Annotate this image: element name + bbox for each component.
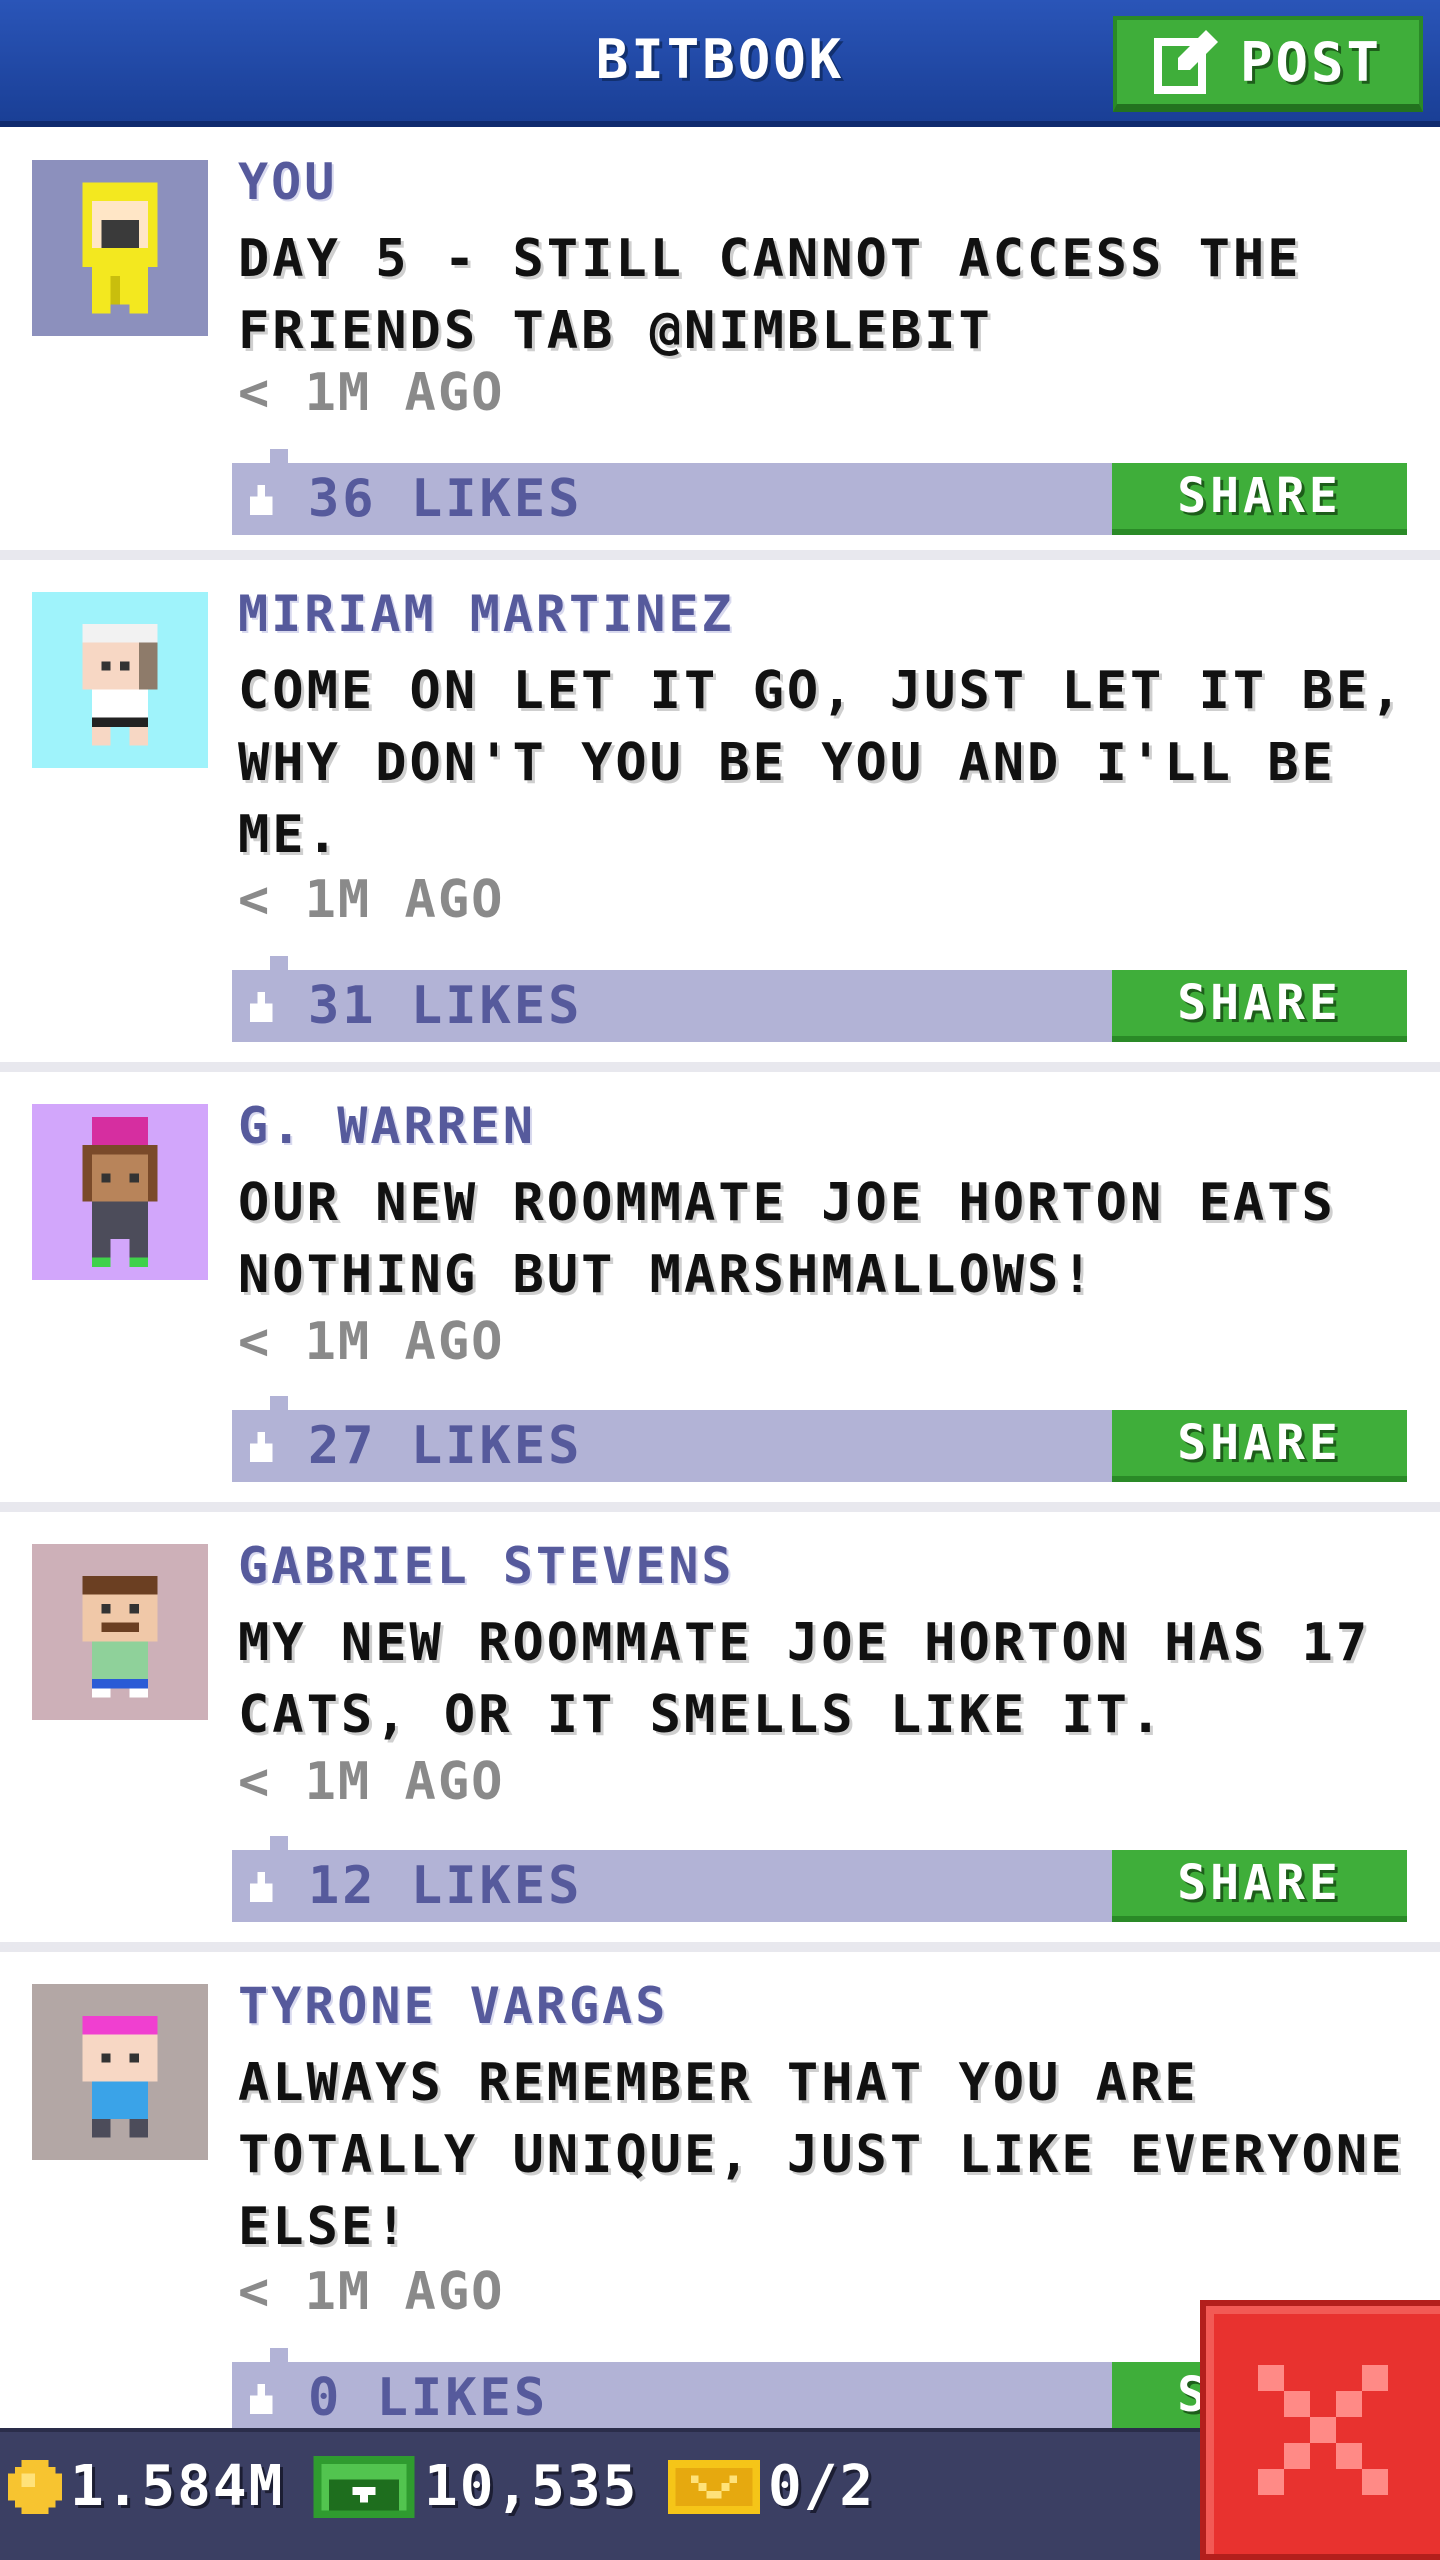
post-author[interactable]: YOU (238, 153, 337, 211)
like-bar: 12 LIKES SHARE (232, 1836, 1407, 1922)
avatar-tyrone-icon (82, 2015, 158, 2138)
share-button[interactable]: SHARE (1112, 1410, 1407, 1482)
avatar[interactable] (32, 592, 208, 768)
like-bar-tab (270, 1396, 288, 1410)
like-count: 31 LIKES (308, 976, 583, 1036)
post-label: POST (1239, 30, 1383, 94)
post-author[interactable]: MIRIAM MARTINEZ (238, 585, 735, 643)
feed-post: YOU DAY 5 - STILL CANNOT ACCESS THE FRIE… (0, 133, 1440, 560)
share-button[interactable]: SHARE (1112, 970, 1407, 1042)
post-message: DAY 5 - STILL CANNOT ACCESS THE FRIENDS … (238, 229, 1302, 361)
avatar[interactable] (32, 1544, 208, 1720)
feed-post: G. WARREN OUR NEW ROOMMATE JOE HORTON EA… (0, 1072, 1440, 1512)
avatar-gwarren-icon (82, 1117, 158, 1267)
feed-post: GABRIEL STEVENS MY NEW ROOMMATE JOE HORT… (0, 1512, 1440, 1952)
like-bar-tab (270, 1836, 288, 1850)
post-message: MY NEW ROOMMATE JOE HORTON HAS 17 CATS, … (238, 1613, 1371, 1745)
avatar-gabriel-icon (82, 1575, 158, 1698)
edit-icon (1153, 30, 1218, 94)
post-message: OUR NEW ROOMMATE JOE HORTON EATS NOTHING… (238, 1173, 1336, 1305)
like-bar-tab (270, 956, 288, 970)
tickets-stat[interactable]: 0/2 (668, 2454, 875, 2519)
bux-stat[interactable]: 10,535 (312, 2454, 638, 2519)
post-message: ALWAYS REMEMBER THAT YOU ARE TOTALLY UNI… (238, 2053, 1405, 2257)
thumbs-up-icon[interactable] (246, 2384, 276, 2414)
close-button[interactable] (1200, 2300, 1440, 2560)
coin-icon (8, 2459, 62, 2514)
post-author[interactable]: G. WARREN (238, 1097, 536, 1155)
avatar-you-icon (82, 182, 158, 314)
share-button[interactable]: SHARE (1112, 463, 1407, 535)
post-author[interactable]: TYRONE VARGAS (238, 1977, 668, 2035)
thumbs-up-icon[interactable] (246, 1872, 276, 1902)
like-count: 36 LIKES (308, 469, 583, 529)
avatar[interactable] (32, 160, 208, 336)
like-bar: 31 LIKES SHARE (232, 956, 1407, 1042)
like-count: 0 LIKES (308, 2368, 549, 2428)
feed-list[interactable]: YOU DAY 5 - STILL CANNOT ACCESS THE FRIE… (0, 133, 1440, 2452)
post-divider (0, 1942, 1440, 1952)
post-divider (0, 1502, 1440, 1512)
like-bar: 36 LIKES SHARE (232, 449, 1407, 535)
thumbs-up-icon[interactable] (246, 1432, 276, 1462)
post-author[interactable]: GABRIEL STEVENS (238, 1537, 735, 1595)
bitbook-screen: BITBOOK POST YOU DAY 5 - STILL CANNOT AC… (0, 0, 1440, 2560)
like-bar: 27 LIKES SHARE (232, 1396, 1407, 1482)
header-bar: BITBOOK POST (0, 0, 1440, 127)
share-button[interactable]: SHARE (1112, 1850, 1407, 1922)
thumbs-up-icon[interactable] (246, 485, 276, 515)
like-count: 12 LIKES (308, 1856, 583, 1916)
close-icon (1258, 2365, 1388, 2495)
bux-icon (313, 2455, 415, 2518)
post-time: < 1M AGO (238, 1752, 505, 1812)
post-time: < 1M AGO (238, 870, 505, 930)
coins-value: 1.584M (70, 2454, 285, 2519)
post-divider (0, 1062, 1440, 1072)
thumbs-up-icon[interactable] (246, 992, 276, 1022)
post-time: < 1M AGO (238, 2262, 505, 2322)
ticket-icon (668, 2459, 760, 2514)
post-message: COME ON LET IT GO, JUST LET IT BE, WHY D… (238, 661, 1405, 865)
tickets-value: 0/2 (768, 2454, 876, 2519)
post-time: < 1M AGO (238, 1312, 505, 1372)
post-divider (0, 550, 1440, 560)
like-bar-tab (270, 2348, 288, 2362)
coins-stat[interactable]: 1.584M (8, 2454, 284, 2519)
like-count: 27 LIKES (308, 1416, 583, 1476)
bux-value: 10,535 (424, 2454, 639, 2519)
like-bar-tab (270, 449, 288, 463)
avatar-miriam-icon (82, 623, 158, 746)
avatar[interactable] (32, 1104, 208, 1280)
feed-post: MIRIAM MARTINEZ COME ON LET IT GO, JUST … (0, 560, 1440, 1072)
post-time: < 1M AGO (238, 363, 505, 423)
post-button[interactable]: POST (1113, 16, 1423, 112)
avatar[interactable] (32, 1984, 208, 2160)
